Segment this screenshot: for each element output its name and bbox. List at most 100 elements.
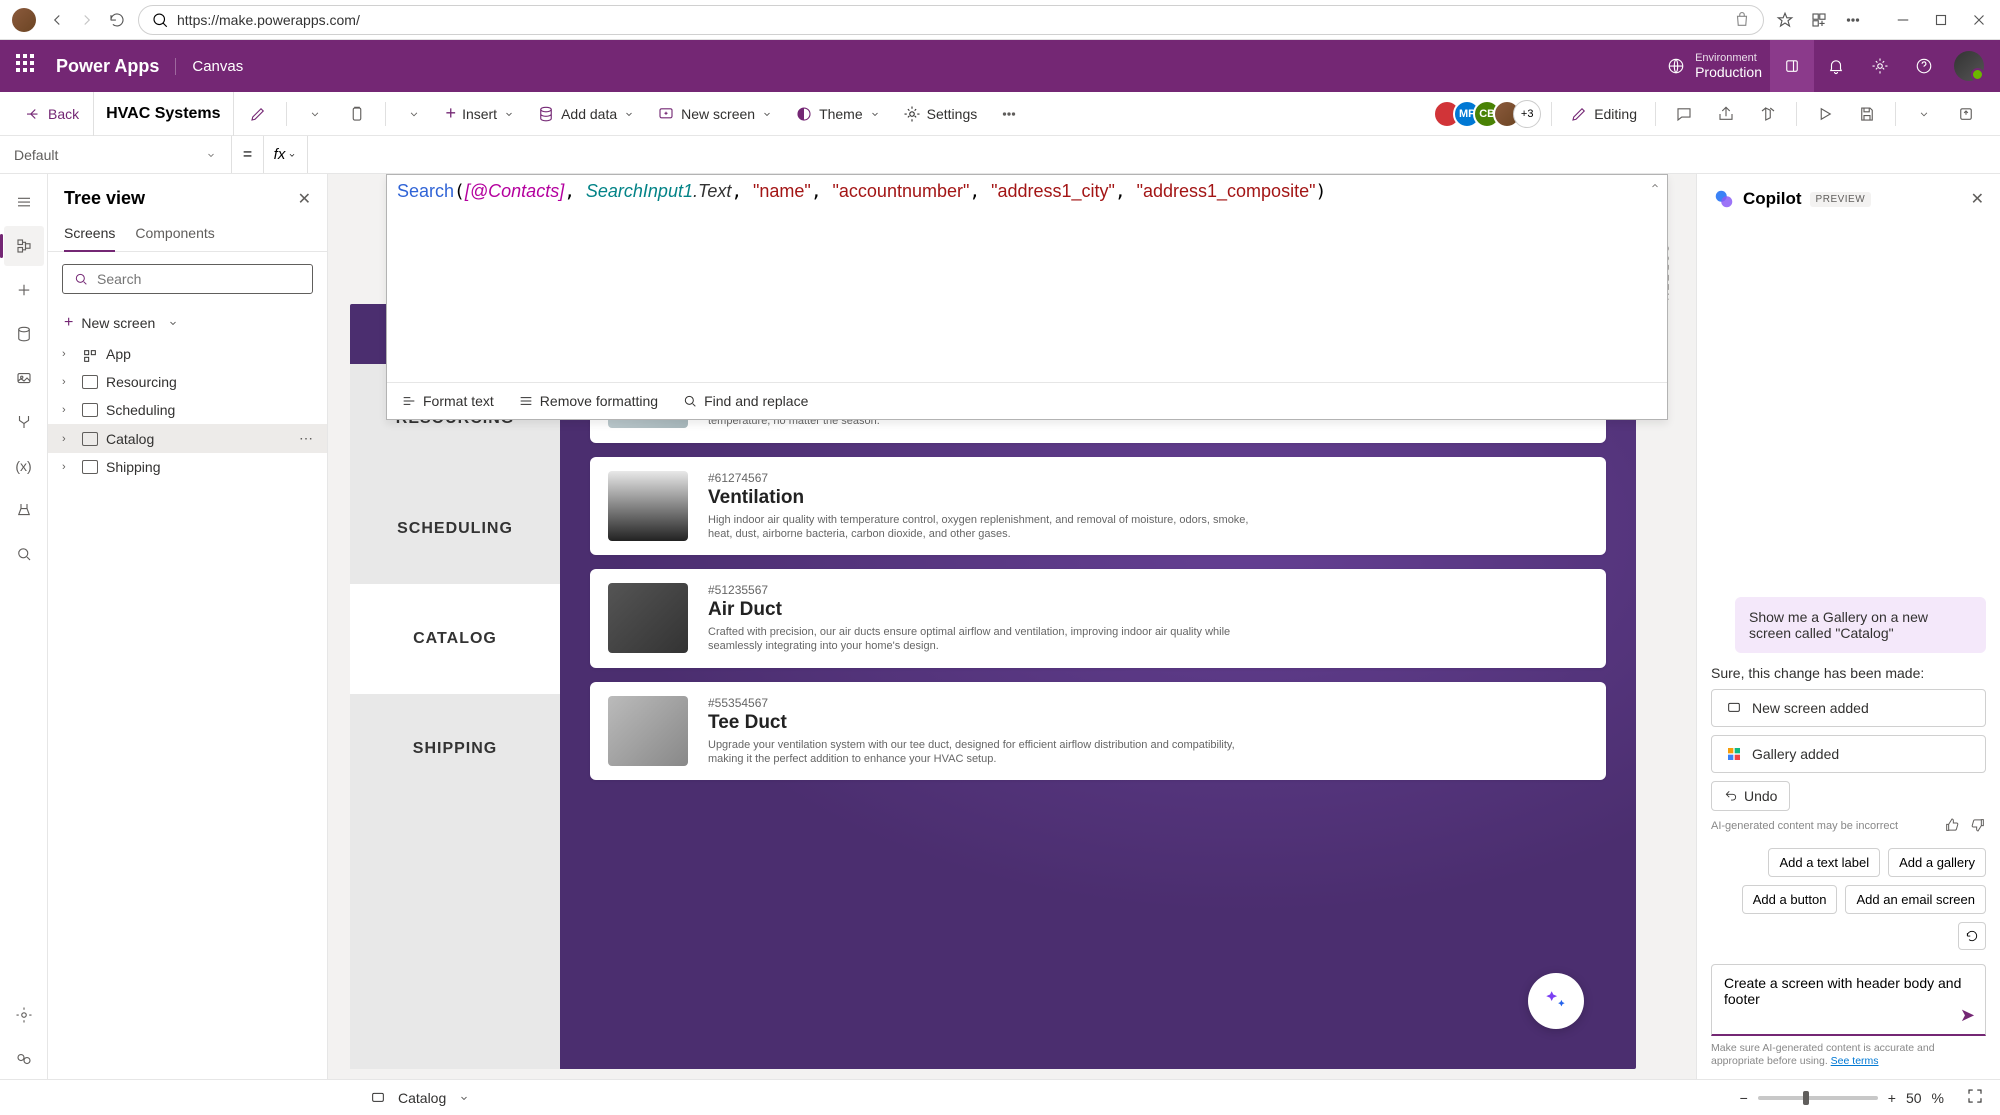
more-icon[interactable]	[1844, 11, 1862, 29]
paste-icon[interactable]	[339, 96, 375, 132]
tree-close-icon[interactable]: ✕	[298, 189, 311, 209]
copilot-toggle-icon[interactable]	[1770, 40, 1814, 92]
insert-button[interactable]: + Insert	[438, 99, 524, 128]
forward-icon[interactable]	[78, 11, 96, 29]
publish-icon[interactable]	[1948, 96, 1984, 132]
rail-flows-icon[interactable]	[4, 402, 44, 442]
tree-search-input[interactable]	[97, 271, 302, 287]
tab-components[interactable]: Components	[135, 217, 214, 251]
tree-item-app[interactable]: ›App	[48, 340, 327, 368]
editing-button[interactable]: Editing	[1562, 101, 1645, 127]
favorites-icon[interactable]	[1776, 11, 1794, 29]
chevron-down-icon[interactable]	[396, 96, 432, 132]
find-replace-button[interactable]: Find and replace	[682, 393, 808, 409]
overflow-icon[interactable]	[991, 96, 1027, 132]
minimize-icon[interactable]	[1894, 11, 1912, 29]
send-icon[interactable]: ➤	[1960, 1005, 1975, 1026]
item-more-icon[interactable]: ⋯	[299, 430, 313, 447]
rail-variables-icon[interactable]: (x)	[4, 446, 44, 486]
tree-item-resourcing[interactable]: ›Resourcing	[48, 368, 327, 396]
presence-more[interactable]: +3	[1513, 100, 1541, 128]
suggestion-chip[interactable]: Add a text label	[1768, 848, 1880, 877]
back-button[interactable]: Back	[16, 101, 87, 127]
url-input[interactable]	[177, 12, 1725, 28]
catalog-card[interactable]: #61274567VentilationHigh indoor air qual…	[590, 457, 1606, 556]
zoom-in-icon[interactable]: +	[1888, 1090, 1896, 1106]
suggestion-chip[interactable]: Add a gallery	[1888, 848, 1986, 877]
notifications-icon[interactable]	[1814, 40, 1858, 92]
chevron-down-icon[interactable]	[1906, 96, 1942, 132]
rail-media-icon[interactable]	[4, 358, 44, 398]
refresh-suggestions-icon[interactable]	[1958, 922, 1986, 950]
settings-icon[interactable]	[1858, 40, 1902, 92]
see-terms-link[interactable]: See terms	[1831, 1055, 1879, 1067]
rail-data-icon[interactable]	[4, 314, 44, 354]
tree-item-catalog[interactable]: ›Catalog⋯	[48, 424, 327, 453]
share-icon[interactable]	[1708, 96, 1744, 132]
edit-icon[interactable]	[240, 96, 276, 132]
copilot-textarea[interactable]	[1724, 975, 1973, 1019]
tree-item-shipping[interactable]: ›Shipping	[48, 453, 327, 481]
copilot-close-icon[interactable]: ✕	[1971, 189, 1984, 209]
tree-new-screen[interactable]: + New screen	[48, 306, 327, 340]
suggestion-chip[interactable]: Add a button	[1742, 885, 1838, 914]
chevron-down-icon[interactable]	[297, 96, 333, 132]
copilot-action-new-screen[interactable]: New screen added	[1711, 689, 1986, 727]
copilot-input[interactable]: ➤	[1711, 964, 1986, 1036]
rail-settings-icon[interactable]	[4, 995, 44, 1035]
product-sku: #61274567	[708, 471, 1268, 485]
comments-icon[interactable]	[1666, 96, 1702, 132]
address-bar[interactable]	[138, 5, 1764, 35]
back-icon[interactable]	[48, 11, 66, 29]
presence-stack[interactable]: MP CB +3	[1441, 100, 1541, 128]
tree-item-scheduling[interactable]: ›Scheduling	[48, 396, 327, 424]
catalog-card[interactable]: #55354567Tee DuctUpgrade your ventilatio…	[590, 682, 1606, 781]
nav-item-catalog[interactable]: CATALOG	[350, 584, 560, 694]
tab-screens[interactable]: Screens	[64, 217, 115, 251]
app-launcher-icon[interactable]	[16, 54, 40, 78]
collections-icon[interactable]	[1810, 11, 1828, 29]
zoom-out-icon[interactable]: −	[1740, 1090, 1748, 1106]
new-screen-button[interactable]: New screen	[649, 101, 781, 127]
format-text-button[interactable]: Format text	[401, 393, 494, 409]
environment-picker[interactable]: Environment Production	[1667, 52, 1762, 80]
close-icon[interactable]	[1970, 11, 1988, 29]
rail-tree-icon[interactable]	[4, 226, 44, 266]
collapse-formula-icon[interactable]	[1649, 179, 1661, 197]
copilot-action-gallery[interactable]: Gallery added	[1711, 735, 1986, 773]
settings-button[interactable]: Settings	[895, 101, 986, 127]
profile-avatar[interactable]	[12, 8, 36, 32]
copilot-undo-button[interactable]: Undo	[1711, 781, 1790, 811]
formula-editor[interactable]: Search([@Contacts], SearchInput1.Text, "…	[386, 174, 1668, 420]
tree-search[interactable]	[62, 264, 313, 294]
formula-text[interactable]: Search([@Contacts], SearchInput1.Text, "…	[387, 175, 1667, 382]
rail-tests-icon[interactable]	[4, 490, 44, 530]
theme-button[interactable]: Theme	[787, 101, 889, 127]
fx-button[interactable]: fx	[264, 136, 308, 173]
thumbs-up-icon[interactable]	[1944, 817, 1960, 836]
rail-insert-icon[interactable]	[4, 270, 44, 310]
nav-item-scheduling[interactable]: SCHEDULING	[350, 474, 560, 584]
copilot-fab[interactable]	[1528, 973, 1584, 1029]
suggestion-chip[interactable]: Add an email screen	[1845, 885, 1986, 914]
zoom-slider[interactable]	[1758, 1096, 1878, 1100]
nav-item-shipping[interactable]: SHIPPING	[350, 694, 560, 804]
rail-search-icon[interactable]	[4, 534, 44, 574]
checker-icon[interactable]	[1750, 96, 1786, 132]
help-icon[interactable]	[1902, 40, 1946, 92]
chevron-down-icon[interactable]	[458, 1092, 470, 1104]
rail-hamburger-icon[interactable]	[4, 182, 44, 222]
rail-ask-icon[interactable]	[4, 1039, 44, 1079]
save-icon[interactable]	[1849, 96, 1885, 132]
shopping-icon[interactable]	[1733, 11, 1751, 29]
maximize-icon[interactable]	[1932, 11, 1950, 29]
user-avatar[interactable]	[1954, 51, 1984, 81]
property-selector[interactable]: Default	[0, 136, 232, 173]
fit-screen-icon[interactable]	[1966, 1087, 1984, 1108]
catalog-card[interactable]: #51235567Air DuctCrafted with precision,…	[590, 569, 1606, 668]
play-icon[interactable]	[1807, 96, 1843, 132]
thumbs-down-icon[interactable]	[1970, 817, 1986, 836]
add-data-button[interactable]: Add data	[529, 101, 643, 127]
remove-formatting-button[interactable]: Remove formatting	[518, 393, 658, 409]
refresh-icon[interactable]	[108, 11, 126, 29]
